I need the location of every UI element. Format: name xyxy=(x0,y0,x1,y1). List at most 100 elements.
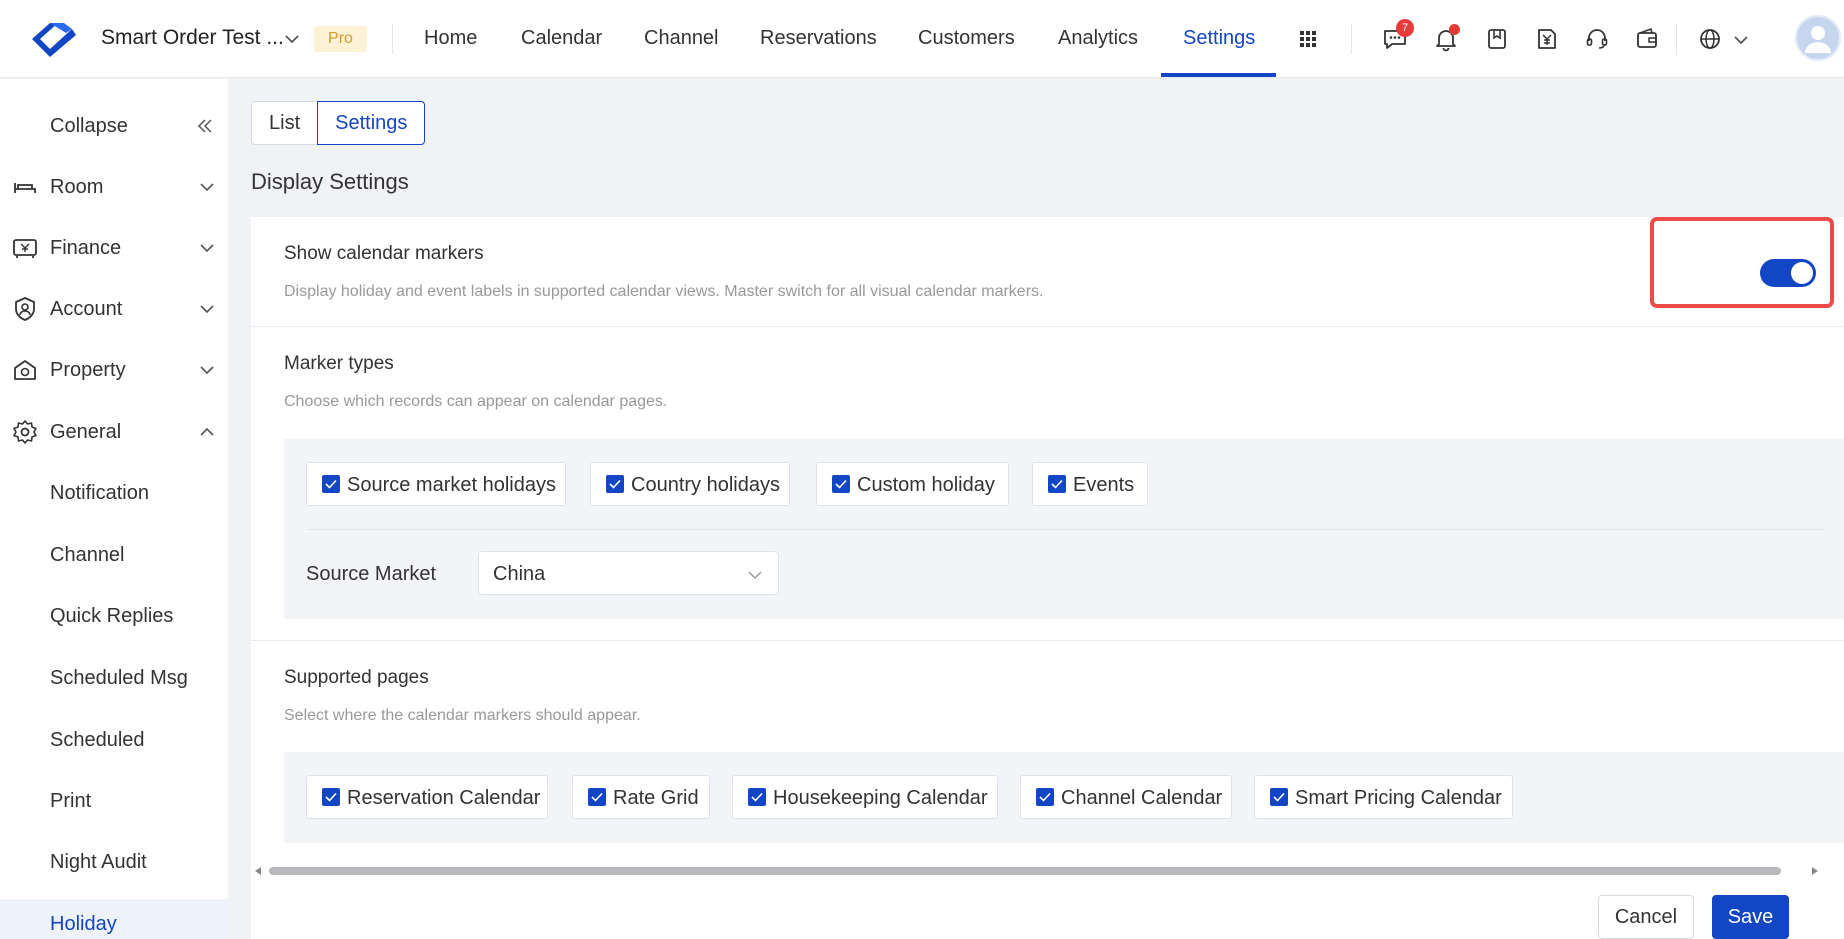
wallet-icon[interactable] xyxy=(1634,26,1660,52)
nav-calendar[interactable]: Calendar xyxy=(521,27,602,50)
sidebar-subitem-label: Scheduled Msg xyxy=(50,667,188,689)
chevron-up-icon xyxy=(200,427,214,436)
tab-settings[interactable]: Settings xyxy=(317,101,426,145)
sidebar-item-room[interactable]: Room xyxy=(0,162,228,210)
toggle-knob xyxy=(1791,262,1813,284)
sidebar-subitem-label: Print xyxy=(50,790,92,812)
app-logo[interactable] xyxy=(28,17,80,61)
chevron-down-icon xyxy=(200,366,214,375)
chevron-down-icon[interactable] xyxy=(1732,31,1750,49)
sidebar-subitem-quick-replies[interactable]: Quick Replies xyxy=(0,591,228,639)
bookmark-icon[interactable] xyxy=(1484,26,1510,52)
show-markers-title: Show calendar markers xyxy=(284,243,484,264)
property-name[interactable]: Smart Order Test ... xyxy=(101,26,284,50)
sidebar-item-label: Room xyxy=(50,176,104,198)
chevron-down-icon xyxy=(200,244,214,253)
checkbox-smart-pricing-calendar[interactable]: Smart Pricing Calendar xyxy=(1254,775,1513,819)
divider xyxy=(251,326,1844,327)
checkbox-label: Smart Pricing Calendar xyxy=(1295,787,1502,809)
checkbox-rate-grid[interactable]: Rate Grid xyxy=(572,775,710,819)
notification-dot xyxy=(1449,24,1460,35)
divider xyxy=(1676,24,1677,54)
checkbox-label: Events xyxy=(1073,474,1135,496)
sidebar-subitem-scheduled-msg[interactable]: Scheduled Msg xyxy=(0,653,228,701)
sidebar-subitem-channel[interactable]: Channel xyxy=(0,530,228,578)
avatar[interactable] xyxy=(1795,15,1841,61)
user-shield-icon xyxy=(15,297,35,321)
supported-pages-desc: Select where the calendar markers should… xyxy=(284,707,641,724)
sidebar-collapse-label: Collapse xyxy=(50,115,128,137)
sidebar-subitem-holiday[interactable]: Holiday xyxy=(0,899,228,939)
sidebar-subitem-label: Scheduled xyxy=(50,729,145,751)
sidebar-subitem-label: Channel xyxy=(50,544,125,566)
show-markers-toggle[interactable] xyxy=(1760,259,1816,287)
sidebar-subitem-label: Night Audit xyxy=(50,851,147,873)
divider xyxy=(306,529,1824,530)
checkbox-source-market-holidays[interactable]: Source market holidays xyxy=(306,462,566,506)
marker-types-panel: Source market holidays Country holidays … xyxy=(284,439,1844,619)
sidebar-subitem-scheduled[interactable]: Scheduled xyxy=(0,715,228,763)
nav-analytics[interactable]: Analytics xyxy=(1058,27,1138,50)
tab-list[interactable]: List xyxy=(251,101,318,145)
sidebar-item-general[interactable]: General xyxy=(0,407,228,455)
sidebar-subitem-label: Holiday xyxy=(50,913,117,935)
nav-customers[interactable]: Customers xyxy=(918,27,1015,50)
messages-count-badge: 7 xyxy=(1396,19,1414,37)
checkbox-checked xyxy=(748,788,766,806)
checkbox-reservation-calendar[interactable]: Reservation Calendar xyxy=(306,775,548,819)
checkbox-checked xyxy=(832,475,850,493)
sidebar-item-finance[interactable]: Finance xyxy=(0,223,228,271)
chevron-down-icon xyxy=(200,305,214,314)
nav-settings[interactable]: Settings xyxy=(1183,27,1255,50)
source-market-select[interactable]: China xyxy=(478,551,779,595)
nav-reservations[interactable]: Reservations xyxy=(760,27,877,50)
checkbox-label: Source market holidays xyxy=(347,474,556,496)
supported-pages-title: Supported pages xyxy=(284,667,429,688)
checkbox-checked xyxy=(1270,788,1288,806)
double-chevron-left-icon[interactable] xyxy=(196,117,214,135)
divider xyxy=(251,640,1844,641)
checkbox-country-holidays[interactable]: Country holidays xyxy=(590,462,790,506)
marker-types-title: Marker types xyxy=(284,353,394,374)
sidebar-item-property[interactable]: Property xyxy=(0,345,228,393)
globe-icon[interactable] xyxy=(1697,26,1723,52)
save-button[interactable]: Save xyxy=(1712,895,1789,939)
sidebar-item-label: Account xyxy=(50,298,123,320)
sidebar-collapse[interactable]: Collapse xyxy=(0,101,228,149)
checkbox-checked xyxy=(588,788,606,806)
chevron-down-icon[interactable] xyxy=(283,30,301,48)
checkbox-custom-holiday[interactable]: Custom holiday xyxy=(816,462,1009,506)
invoice-yen-icon[interactable] xyxy=(1534,26,1560,52)
sidebar-subitem-label: Notification xyxy=(50,482,149,504)
section-title: Display Settings xyxy=(251,169,409,194)
nav-home[interactable]: Home xyxy=(424,27,477,50)
sidebar-subitem-notification[interactable]: Notification xyxy=(0,468,228,516)
bed-icon xyxy=(14,183,36,193)
scroll-right-arrow-icon[interactable] xyxy=(1810,866,1820,876)
checkbox-label: Channel Calendar xyxy=(1061,787,1223,809)
horizontal-scrollbar[interactable] xyxy=(251,862,1824,880)
checkbox-checked xyxy=(606,475,624,493)
headset-icon[interactable] xyxy=(1584,26,1610,52)
checkbox-checked xyxy=(1048,475,1066,493)
scroll-left-arrow-icon[interactable] xyxy=(253,866,263,876)
checkbox-events[interactable]: Events xyxy=(1032,462,1148,506)
chevron-down-icon xyxy=(200,183,214,192)
pro-badge: Pro xyxy=(314,26,367,52)
checkbox-channel-calendar[interactable]: Channel Calendar xyxy=(1020,775,1232,819)
nav-active-indicator xyxy=(1161,73,1276,77)
checkbox-checked xyxy=(322,475,340,493)
sidebar-item-account[interactable]: Account xyxy=(0,284,228,332)
scrollbar-thumb[interactable] xyxy=(269,867,1781,875)
cancel-button[interactable]: Cancel xyxy=(1598,895,1694,939)
divider xyxy=(1351,24,1352,54)
apps-grid-icon[interactable] xyxy=(1296,26,1320,52)
nav-channel[interactable]: Channel xyxy=(644,27,719,50)
checkbox-label: Reservation Calendar xyxy=(347,787,541,809)
checkbox-label: Rate Grid xyxy=(613,787,699,809)
checkbox-housekeeping-calendar[interactable]: Housekeeping Calendar xyxy=(732,775,998,819)
divider xyxy=(392,24,393,54)
cash-register-icon xyxy=(13,239,37,258)
sidebar-subitem-night-audit[interactable]: Night Audit xyxy=(0,837,228,885)
sidebar-subitem-print[interactable]: Print xyxy=(0,776,228,824)
